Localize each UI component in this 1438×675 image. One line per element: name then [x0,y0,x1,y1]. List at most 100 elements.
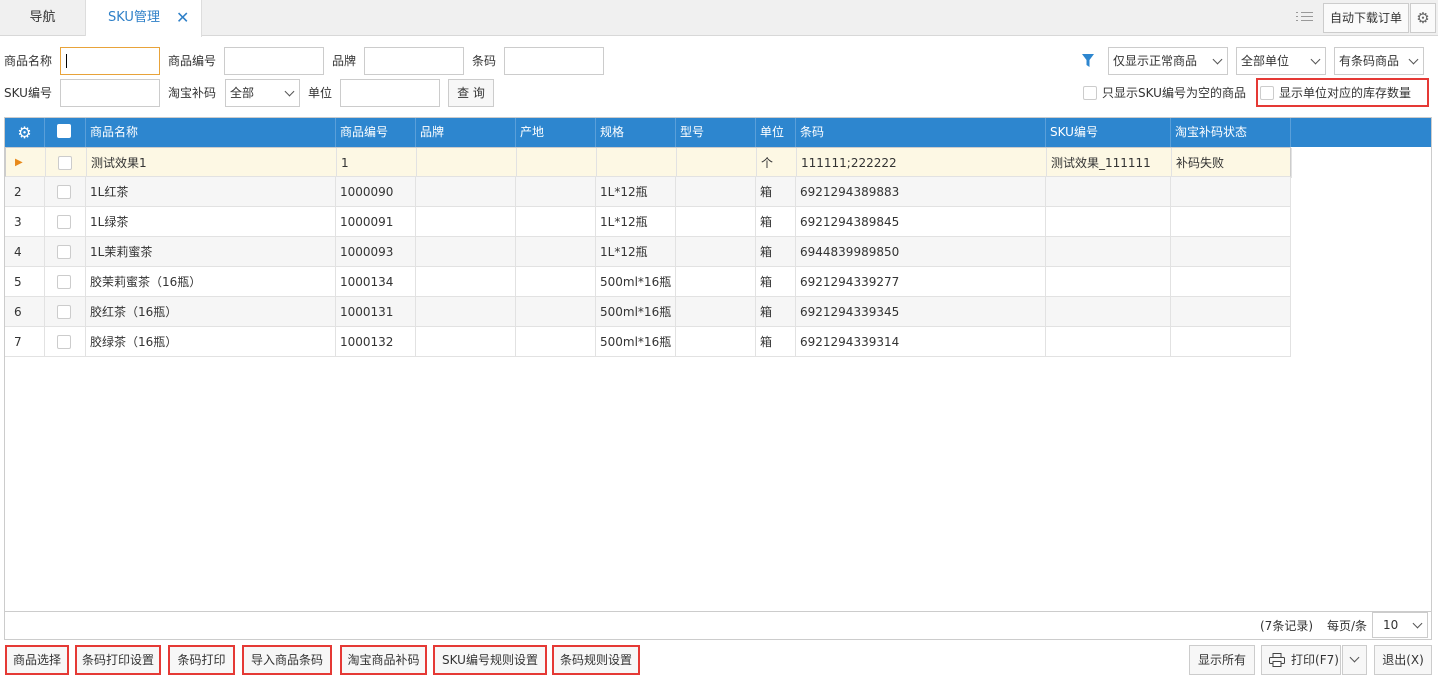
cell-barcode[interactable]: 6921294389845 [796,207,1046,237]
cell-status[interactable] [1171,237,1291,267]
cell-model[interactable] [677,148,757,178]
cell-name[interactable]: 1L茉莉蜜茶 [86,237,336,267]
row-checkbox[interactable] [57,185,71,199]
cell-model[interactable] [676,237,756,267]
cell-unit[interactable]: 箱 [756,237,796,267]
row-checkbox[interactable] [57,245,71,259]
cell-name[interactable]: 1L绿茶 [86,207,336,237]
unit-stock-checkbox[interactable] [1260,86,1274,100]
row-checkbox[interactable] [57,275,71,289]
taobao-recode-button[interactable]: 淘宝商品补码 [340,645,427,675]
cell-brand[interactable] [417,148,517,178]
cell-origin[interactable] [516,237,596,267]
barcode-input[interactable] [504,47,604,75]
cell-code[interactable]: 1000093 [336,237,416,267]
header-origin[interactable]: 产地 [516,118,596,147]
cell-unit[interactable]: 箱 [756,267,796,297]
row-checkbox[interactable] [57,215,71,229]
cell-spec[interactable]: 500ml*16瓶 [596,267,676,297]
cell-status[interactable]: 补码失败 [1172,148,1292,178]
select-all-checkbox[interactable] [57,124,71,138]
cell-barcode[interactable]: 6944839989850 [796,237,1046,267]
table-row[interactable]: ▶ 测试效果1 1 个 111111;222222 测试效果_111111 补码失败 [5,147,1292,178]
cell-barcode[interactable]: 6921294339345 [796,297,1046,327]
cell-barcode[interactable]: 6921294389883 [796,177,1046,207]
cell-name[interactable]: 胶绿茶（16瓶） [86,327,336,357]
barcode-goods-select[interactable]: 有条码商品 [1334,47,1424,75]
barcode-print-settings-button[interactable]: 条码打印设置 [75,645,161,675]
cell-sku[interactable] [1046,237,1171,267]
barcode-print-button[interactable]: 条码打印 [168,645,235,675]
cell-sku[interactable] [1046,177,1171,207]
cell-status[interactable] [1171,207,1291,237]
table-row[interactable]: 2 1L红茶 1000090 1L*12瓶 箱 6921294389883 [5,177,1291,207]
row-checkbox[interactable] [58,156,72,170]
header-barcode[interactable]: 条码 [796,118,1046,147]
cell-unit[interactable]: 箱 [756,207,796,237]
unit-input[interactable] [340,79,440,107]
header-unit[interactable]: 单位 [756,118,796,147]
cell-unit[interactable]: 箱 [756,327,796,357]
cell-brand[interactable] [416,327,516,357]
cell-brand[interactable] [416,207,516,237]
cell-status[interactable] [1171,177,1291,207]
tab-sku-management[interactable]: SKU管理 ✕ [86,0,202,37]
brand-input[interactable] [364,47,464,75]
header-brand[interactable]: 品牌 [416,118,516,147]
cell-spec[interactable] [597,148,677,178]
per-page-select[interactable]: 10 [1372,612,1428,638]
auto-download-orders-button[interactable]: 自动下载订单 [1323,3,1409,33]
cell-name[interactable]: 测试效果1 [87,148,337,178]
cell-code[interactable]: 1000131 [336,297,416,327]
print-button[interactable]: 打印(F7) [1261,645,1341,675]
table-row[interactable]: 5 胶茉莉蜜茶（16瓶） 1000134 500ml*16瓶 箱 692129433927… [5,267,1291,297]
cell-unit[interactable]: 箱 [756,177,796,207]
cell-barcode[interactable]: 6921294339277 [796,267,1046,297]
cell-code[interactable]: 1000091 [336,207,416,237]
cell-barcode[interactable]: 111111;222222 [797,148,1047,178]
product-code-input[interactable] [224,47,324,75]
cell-name[interactable]: 1L红茶 [86,177,336,207]
cell-brand[interactable] [416,297,516,327]
cell-status[interactable] [1171,297,1291,327]
import-barcode-button[interactable]: 导入商品条码 [242,645,332,675]
table-row[interactable]: 3 1L绿茶 1000091 1L*12瓶 箱 6921294389845 [5,207,1291,237]
cell-model[interactable] [676,207,756,237]
table-row[interactable]: 7 胶绿茶（16瓶） 1000132 500ml*16瓶 箱 6921294339314 [5,327,1291,357]
cell-barcode[interactable]: 6921294339314 [796,327,1046,357]
cell-brand[interactable] [416,267,516,297]
cell-spec[interactable]: 500ml*16瓶 [596,297,676,327]
product-name-input[interactable] [60,47,160,75]
cell-origin[interactable] [516,177,596,207]
cell-model[interactable] [676,297,756,327]
normal-goods-select[interactable]: 仅显示正常商品 [1108,47,1228,75]
show-all-button[interactable]: 显示所有 [1189,645,1255,675]
taobao-recode-select[interactable]: 全部 [225,79,300,107]
sku-rule-settings-button[interactable]: SKU编号规则设置 [433,645,547,675]
cell-origin[interactable] [516,297,596,327]
list-icon[interactable] [1296,9,1316,27]
table-row[interactable]: 4 1L茉莉蜜茶 1000093 1L*12瓶 箱 6944839989850 [5,237,1291,267]
header-taobao-status[interactable]: 淘宝补码状态 [1171,118,1291,147]
cell-name[interactable]: 胶茉莉蜜茶（16瓶） [86,267,336,297]
sku-code-input[interactable] [60,79,160,107]
table-row[interactable]: 6 胶红茶（16瓶） 1000131 500ml*16瓶 箱 6921294339345 [5,297,1291,327]
cell-sku[interactable] [1046,267,1171,297]
sku-empty-checkbox[interactable] [1083,86,1097,100]
barcode-rule-settings-button[interactable]: 条码规则设置 [552,645,640,675]
cell-code[interactable]: 1000132 [336,327,416,357]
tab-navigation[interactable]: 导航 [0,0,86,36]
header-model[interactable]: 型号 [676,118,756,147]
cell-origin[interactable] [516,207,596,237]
unit-select[interactable]: 全部单位 [1236,47,1326,75]
close-icon[interactable]: ✕ [176,0,189,36]
cell-model[interactable] [676,177,756,207]
header-name[interactable]: 商品名称 [86,118,336,147]
settings-gear-icon[interactable]: ⚙ [1410,3,1436,33]
cell-origin[interactable] [516,327,596,357]
header-spec[interactable]: 规格 [596,118,676,147]
cell-spec[interactable]: 500ml*16瓶 [596,327,676,357]
header-code[interactable]: 商品编号 [336,118,416,147]
cell-status[interactable] [1171,327,1291,357]
cell-spec[interactable]: 1L*12瓶 [596,207,676,237]
